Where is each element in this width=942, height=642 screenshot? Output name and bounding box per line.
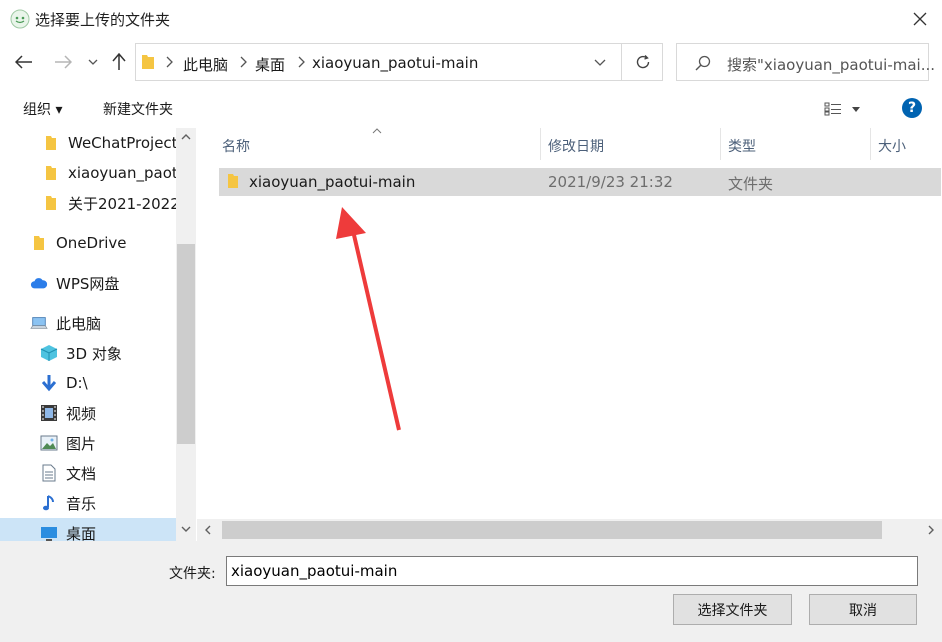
nav-pane-scroll-thumb[interactable] [177, 244, 195, 444]
refresh-button[interactable] [621, 43, 663, 81]
nav-item-drive-d[interactable]: D:\ [0, 368, 196, 398]
folder-icon [42, 164, 60, 182]
scroll-left-icon[interactable] [205, 525, 211, 535]
forward-button[interactable] [49, 48, 77, 76]
nav-item-label: D:\ [66, 374, 88, 392]
folder-icon [42, 134, 60, 152]
folder-icon [42, 194, 60, 212]
desktop-icon [40, 524, 58, 541]
row-modified: 2021/9/23 21:32 [548, 173, 673, 191]
nav-item-wechatprojects[interactable]: WeChatProjects [0, 128, 196, 158]
column-divider[interactable] [720, 128, 721, 160]
arrow-left-icon [15, 55, 32, 69]
search-box[interactable]: 搜索"xiaoyuan_paotui-mai... [676, 43, 935, 81]
recent-locations-button[interactable] [80, 48, 106, 76]
organize-button[interactable]: 组织 ▾ [23, 99, 62, 119]
column-header-name[interactable]: 名称 [222, 136, 250, 156]
folder-icon [228, 174, 238, 188]
nav-item-label: OneDrive [56, 234, 127, 252]
column-header-modified[interactable]: 修改日期 [548, 136, 604, 156]
help-icon[interactable]: ? [902, 98, 922, 118]
arrow-up-icon [112, 53, 126, 70]
navigation-pane: WeChatProjects xiaoyuan_paotui-main 关于20… [0, 128, 196, 541]
chevron-down-icon [88, 59, 98, 65]
document-icon [40, 464, 58, 482]
nav-item-label: 3D 对象 [66, 344, 122, 363]
chevron-right-icon [240, 56, 247, 68]
nav-item-onedrive[interactable]: OneDrive [0, 228, 196, 258]
close-icon [913, 12, 927, 26]
wechat-devtools-icon [10, 9, 30, 29]
picture-icon [40, 434, 58, 452]
nav-item-label: WeChatProjects [68, 134, 186, 152]
nav-item-label: 桌面 [66, 524, 97, 542]
music-icon [40, 494, 58, 512]
sort-ascending-icon [372, 128, 382, 134]
address-bar[interactable]: 此电脑 桌面 xiaoyuan_paotui-main [135, 43, 663, 81]
view-options-button[interactable] [824, 99, 868, 119]
row-name: xiaoyuan_paotui-main [249, 173, 416, 191]
scroll-down-icon[interactable] [181, 526, 191, 532]
folder-field-label: 文件夹: [169, 566, 216, 582]
nav-item-desktop[interactable]: 桌面 [0, 518, 176, 541]
folder-icon [30, 234, 48, 252]
search-placeholder: 搜索"xiaoyuan_paotui-mai... [727, 56, 936, 74]
table-row[interactable]: xiaoyuan_paotui-main 2021/9/23 21:32 文件夹 [219, 168, 941, 196]
nav-item-xiaoyuan[interactable]: xiaoyuan_paotui-main [0, 158, 196, 188]
cancel-button[interactable]: 取消 [809, 594, 917, 625]
window-title: 选择要上传的文件夹 [35, 11, 171, 29]
computer-icon [30, 314, 48, 332]
caret-down-icon [852, 106, 860, 112]
nav-item-label: 此电脑 [56, 314, 102, 333]
nav-item-pictures[interactable]: 图片 [0, 428, 196, 458]
folder-name-input[interactable] [226, 556, 918, 586]
nav-item-videos[interactable]: 视频 [0, 398, 196, 428]
column-header-type[interactable]: 类型 [728, 136, 756, 156]
refresh-icon [636, 55, 649, 69]
column-divider[interactable] [540, 128, 541, 160]
nav-item-2021-2022[interactable]: 关于2021-2022学年 [0, 188, 196, 218]
nav-item-label: 视频 [66, 404, 97, 423]
nav-item-music[interactable]: 音乐 [0, 488, 196, 518]
breadcrumb-current-folder[interactable]: xiaoyuan_paotui-main [312, 54, 478, 72]
video-icon [40, 404, 58, 422]
nav-item-this-pc[interactable]: 此电脑 [0, 308, 196, 338]
download-icon [40, 374, 58, 392]
details-view-icon [824, 102, 841, 116]
column-header-size[interactable]: 大小 [878, 136, 906, 156]
arrow-right-icon [55, 55, 72, 69]
select-folder-button[interactable]: 选择文件夹 [673, 594, 792, 625]
breadcrumb-desktop[interactable]: 桌面 [255, 54, 285, 75]
horizontal-scroll-thumb[interactable] [222, 521, 882, 539]
chevron-down-icon[interactable] [594, 59, 606, 66]
cube-icon [40, 344, 58, 362]
nav-item-3d-objects[interactable]: 3D 对象 [0, 338, 196, 368]
column-divider[interactable] [870, 128, 871, 160]
row-type: 文件夹 [728, 175, 774, 193]
nav-item-label: 图片 [66, 434, 97, 453]
back-button[interactable] [10, 48, 38, 76]
nav-item-label: 音乐 [66, 494, 97, 513]
cloud-icon [30, 274, 48, 292]
annotation-arrow [336, 207, 401, 431]
folder-icon [142, 55, 154, 69]
scroll-right-icon[interactable] [928, 525, 934, 535]
search-icon [695, 55, 711, 71]
chevron-right-icon [298, 56, 305, 68]
nav-item-documents[interactable]: 文档 [0, 458, 196, 488]
nav-item-wps-cloud[interactable]: WPS网盘 [0, 268, 196, 298]
scroll-up-icon[interactable] [181, 134, 191, 140]
nav-item-label: WPS网盘 [56, 274, 120, 293]
chevron-right-icon [166, 56, 173, 68]
close-button[interactable] [898, 3, 942, 35]
breadcrumb-this-pc[interactable]: 此电脑 [183, 54, 228, 75]
nav-item-label: 文档 [66, 464, 97, 483]
up-button[interactable] [105, 48, 133, 76]
new-folder-button[interactable]: 新建文件夹 [103, 99, 173, 119]
